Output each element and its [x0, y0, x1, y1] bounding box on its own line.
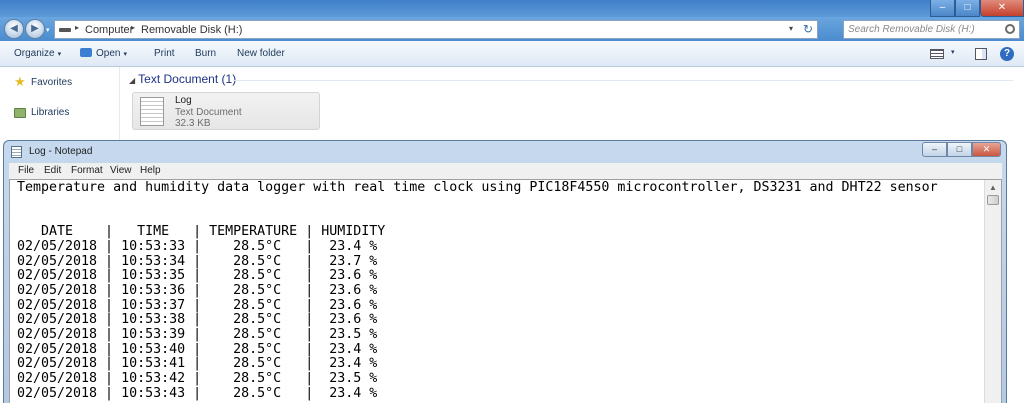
log-row: 02/05/2018 | 10:53:42 | 28.5°C | 23.5 %: [17, 371, 378, 387]
menu-view[interactable]: View: [110, 165, 132, 176]
organize-button[interactable]: Organize ▾: [14, 48, 61, 59]
notepad-close-button[interactable]: ✕: [972, 142, 1001, 157]
search-input[interactable]: Search Removable Disk (H:): [843, 20, 1020, 39]
notepad-window: Log - Notepad – □ ✕ File Edit Format Vie…: [3, 140, 1007, 403]
refresh-icon[interactable]: ↻: [803, 22, 813, 36]
log-row: 02/05/2018 | 10:53:37 | 28.5°C | 23.6 %: [17, 297, 378, 313]
notepad-maximize-button[interactable]: □: [947, 142, 972, 157]
log-row: 02/05/2018 | 10:53:41 | 28.5°C | 23.4 %: [17, 356, 378, 372]
log-row: 02/05/2018 | 10:53:40 | 28.5°C | 23.4 %: [17, 341, 378, 357]
notepad-menu-bar: File Edit Format View Help: [9, 163, 1002, 179]
preview-pane-icon[interactable]: [975, 48, 987, 60]
explorer-minimize-button[interactable]: –: [930, 0, 955, 17]
file-name: Log: [175, 95, 192, 106]
menu-format[interactable]: Format: [71, 165, 103, 176]
organize-label: Organize: [14, 48, 55, 59]
command-bar: Organize ▾ Open ▾ Print Burn New folder ▾ …: [0, 41, 1024, 67]
log-row: 02/05/2018 | 10:53:36 | 28.5°C | 23.6 %: [17, 282, 378, 298]
log-row: 02/05/2018 | 10:53:33 | 28.5°C | 23.4 %: [17, 238, 378, 254]
help-icon[interactable]: ?: [1000, 47, 1014, 61]
open-button[interactable]: Open ▾: [80, 48, 127, 59]
change-view-icon[interactable]: [930, 49, 944, 59]
file-item-log[interactable]: Log Text Document 32.3 KB: [132, 92, 320, 130]
burn-button[interactable]: Burn: [195, 48, 216, 59]
vertical-scrollbar[interactable]: ▲: [984, 180, 1001, 403]
log-title-line: Temperature and humidity data logger wit…: [17, 180, 938, 195]
breadcrumb-separator-icon[interactable]: ▸: [131, 23, 135, 32]
log-row: 02/05/2018 | 10:53:38 | 28.5°C | 23.6 %: [17, 312, 378, 328]
menu-file[interactable]: File: [18, 165, 34, 176]
breadcrumb-removable-disk[interactable]: Removable Disk (H:): [141, 24, 242, 36]
notepad-icon: [11, 146, 22, 158]
sidebar-item-label: Favorites: [31, 77, 73, 88]
new-folder-button[interactable]: New folder: [237, 48, 285, 59]
group-divider: [233, 80, 1013, 81]
drive-icon: [59, 28, 71, 32]
breadcrumb-computer[interactable]: Computer: [85, 24, 133, 36]
scrollbar-thumb[interactable]: [987, 195, 999, 205]
menu-help[interactable]: Help: [140, 165, 161, 176]
back-button[interactable]: ◀: [4, 19, 24, 39]
forward-button[interactable]: ▶: [25, 19, 45, 39]
log-table-header: DATE | TIME | TEMPERATURE | HUMIDITY: [17, 224, 386, 240]
print-button[interactable]: Print: [154, 48, 175, 59]
address-bar[interactable]: ▸ Computer ▸ Removable Disk (H:) ▾ ↻: [54, 20, 818, 39]
libraries-icon: [14, 108, 26, 118]
search-placeholder: Search Removable Disk (H:): [848, 24, 975, 35]
notepad-text-area[interactable]: Temperature and humidity data logger wit…: [9, 179, 1002, 403]
recent-pages-dropdown-icon[interactable]: ▾: [46, 26, 50, 34]
sidebar-item-label: Libraries: [31, 107, 70, 118]
explorer-title-bar[interactable]: – □ ✕: [0, 0, 1024, 17]
file-size: 32.3 KB: [175, 118, 211, 129]
log-row: 02/05/2018 | 10:53:35 | 28.5°C | 23.6 %: [17, 268, 378, 284]
text-file-icon: [140, 97, 164, 126]
group-header-text-document[interactable]: ◢ Text Document (1): [129, 72, 236, 86]
log-row: 02/05/2018 | 10:53:43 | 28.5°C | 23.4 %: [17, 385, 378, 401]
explorer-close-button[interactable]: ✕: [980, 0, 1024, 17]
log-row: 02/05/2018 | 10:53:39 | 28.5°C | 23.5 %: [17, 327, 378, 343]
open-icon: [80, 48, 92, 57]
notepad-minimize-button[interactable]: –: [922, 142, 947, 157]
breadcrumb-separator-icon[interactable]: ▸: [75, 23, 79, 32]
address-dropdown-icon[interactable]: ▾: [789, 24, 793, 33]
log-row: 02/05/2018 | 10:53:34 | 28.5°C | 23.7 %: [17, 253, 378, 269]
open-label: Open: [96, 48, 121, 59]
collapse-group-icon: ◢: [129, 76, 136, 85]
group-label: Text Document (1): [138, 72, 237, 86]
notepad-title: Log - Notepad: [29, 146, 93, 157]
chevron-down-icon[interactable]: ▾: [951, 48, 955, 56]
scroll-up-icon[interactable]: ▲: [985, 180, 1001, 195]
explorer-maximize-button[interactable]: □: [955, 0, 980, 17]
star-icon: ★: [14, 74, 26, 89]
search-icon[interactable]: [1005, 24, 1015, 34]
menu-edit[interactable]: Edit: [44, 165, 61, 176]
chevron-down-icon: ▾: [123, 51, 127, 58]
file-type: Text Document: [175, 107, 242, 118]
notepad-content: Temperature and humidity data logger wit…: [17, 180, 938, 402]
chevron-down-icon: ▾: [57, 51, 62, 58]
address-row: ◀ ▶ ▾ ▸ Computer ▸ Removable Disk (H:) ▾…: [0, 17, 1024, 41]
